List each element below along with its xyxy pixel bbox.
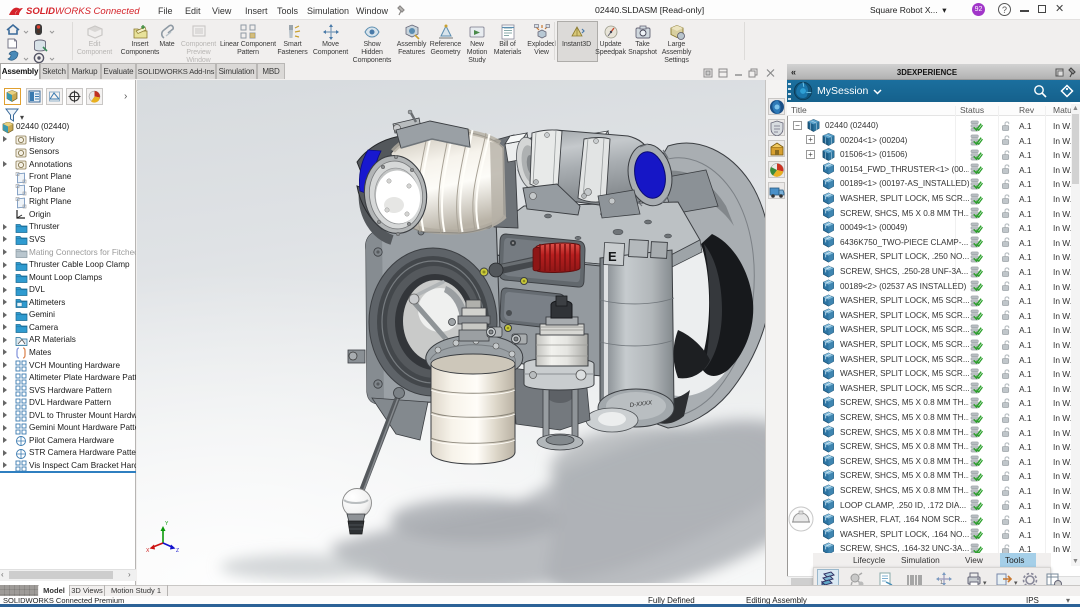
- svg-text:X: X: [146, 548, 150, 554]
- svg-text:Z: Z: [176, 548, 179, 554]
- svg-text:E: E: [608, 249, 617, 264]
- svg-text:Y: Y: [165, 521, 169, 527]
- svg-text:SOLIDWORKS Connected: SOLIDWORKS Connected: [26, 6, 140, 17]
